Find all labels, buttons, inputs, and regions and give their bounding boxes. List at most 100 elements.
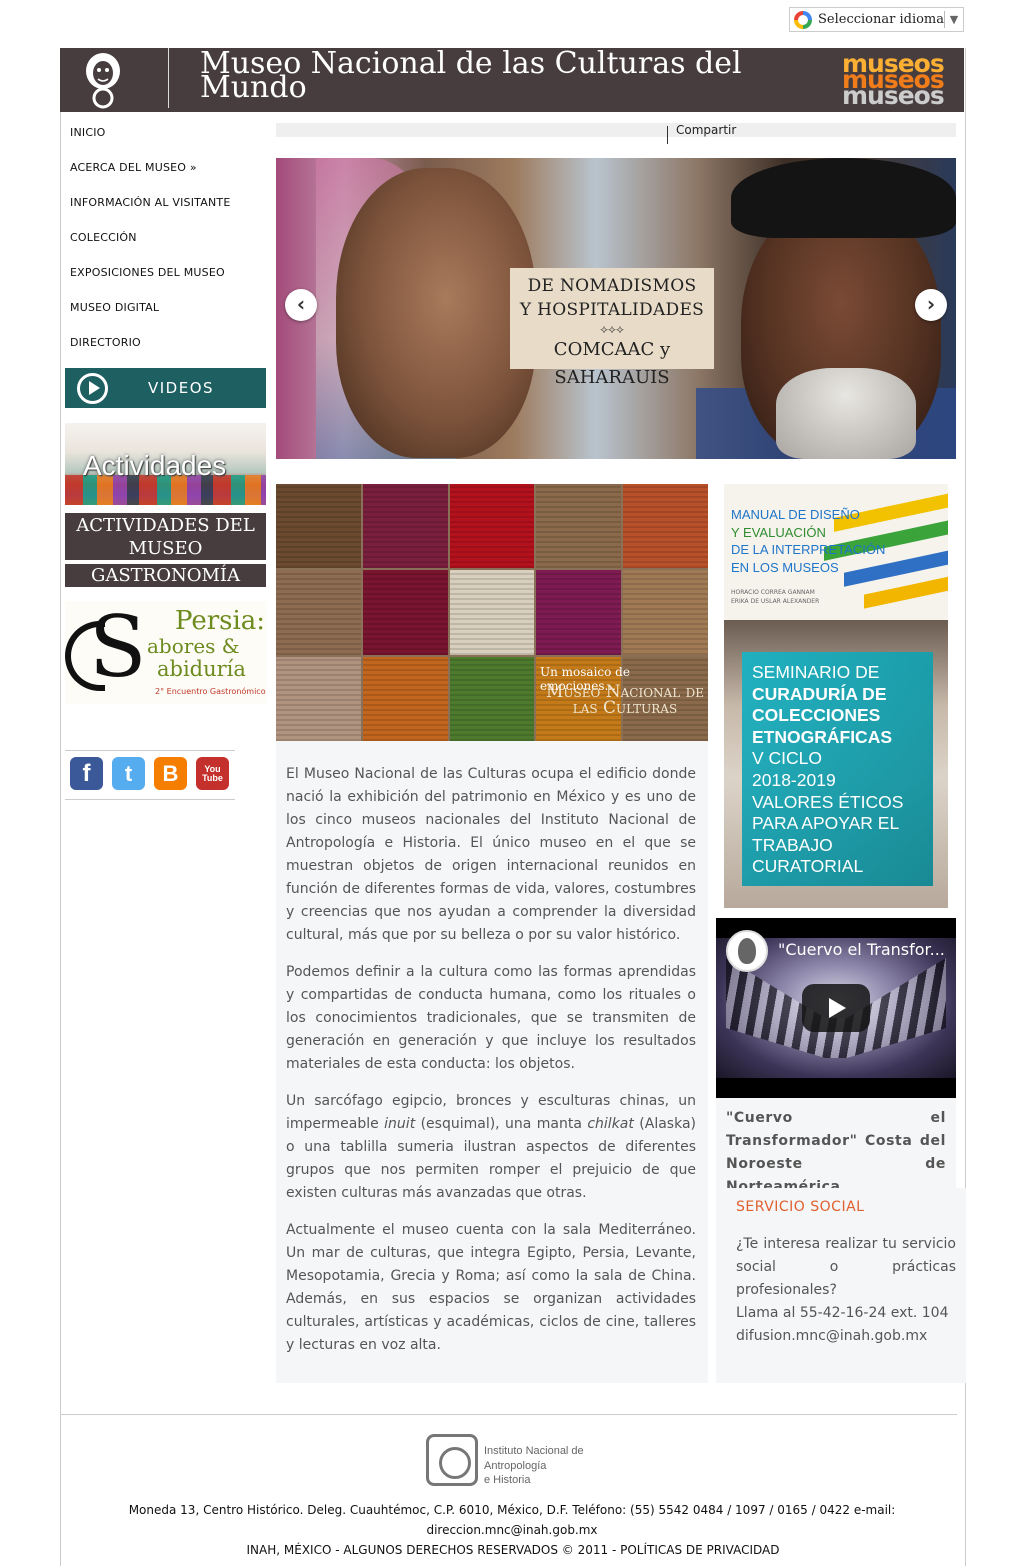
gastronomia-button[interactable]: GASTRONOMÍA [65, 564, 266, 587]
seminar-line: 2018-2019 [752, 769, 836, 790]
description-paragraph: Un sarcófago egipcio, bronces y escultur… [286, 1093, 696, 1201]
video-caption-box: "Cuervo el Transformador" Costa del Noro… [716, 1098, 956, 1195]
slide-photo [731, 158, 956, 238]
inah-name-line: Antropología [484, 1459, 547, 1472]
servicio-social-phone: Llama al 55-42-16-24 ext. 104 [736, 1305, 949, 1321]
language-selector-label: Seleccionar idioma [818, 12, 945, 27]
actividades-museo-button[interactable]: ACTIVIDADES DEL MUSEO [65, 513, 266, 560]
mosaic-tile [362, 570, 448, 655]
video-embed[interactable]: "Cuervo el Transfor... [716, 918, 956, 1098]
seminar-line: SEMINARIO DE [752, 662, 880, 682]
inah-name: Instituto Nacional de Antropología e His… [484, 1444, 584, 1488]
actividades-banner[interactable]: Actividades [65, 423, 266, 505]
museum-logo-icon[interactable] [82, 51, 124, 109]
nav-item-museo-digital[interactable]: MUSEO DIGITAL [70, 301, 270, 336]
mosaic-tile [449, 570, 535, 655]
share-bar: Compartir [276, 123, 956, 144]
mosaic-tile [623, 570, 708, 655]
mosaic-tile [536, 570, 622, 655]
persia-line2: abores & [147, 634, 240, 658]
seminar-line: COLECCIONES [752, 705, 881, 726]
seminar-line: ETNOGRÁFICAS [752, 726, 892, 747]
videos-label: VIDEOS [148, 379, 215, 397]
seminar-line: VALORES ÉTICOS [752, 791, 904, 812]
seminar-line: PARA APOYAR EL [752, 813, 900, 834]
nav-item-inicio[interactable]: INICIO [70, 126, 270, 161]
mosaic-tile [536, 484, 622, 569]
servicio-social-box: SERVICIO SOCIAL ¿Te interesa realizar tu… [716, 1188, 966, 1383]
video-title[interactable]: "Cuervo el Transfor... [778, 940, 953, 959]
servicio-social-email[interactable]: difusion.mnc@inah.gob.mx [736, 1325, 956, 1348]
museum-description: El Museo Nacional de las Culturas ocupa … [276, 741, 708, 1383]
twitter-icon[interactable]: t [112, 757, 145, 790]
persia-banner[interactable]: S Persia: abores & abiduría 2° Encuentro… [65, 601, 266, 704]
manual-author: HORACIO CORREA GANNAM [731, 589, 815, 596]
play-icon [77, 372, 108, 404]
mosaic-tile [276, 570, 361, 655]
mosaic-title: Museo Nacional de las Culturas [546, 682, 704, 718]
description-paragraph: Actualmente el museo cuenta con la sala … [286, 1222, 696, 1353]
mosaic-tile [449, 656, 535, 741]
site-title[interactable]: Museo Nacional de las Culturas del Mundo [200, 49, 800, 103]
servicio-social-text: ¿Te interesa realizar tu servicio social… [736, 1236, 956, 1298]
footer-address: Moneda 13, Centro Histórico. Deleg. Cuau… [128, 1503, 896, 1537]
persia-initial: S [89, 601, 147, 696]
description-paragraph: Podemos definir a la cultura como las fo… [286, 964, 696, 1072]
youtube-icon[interactable]: You Tube [196, 757, 229, 790]
header-divider [168, 48, 169, 108]
manual-line3: DE LA INTERPRETACIÓN [731, 542, 886, 557]
mosaic-tile [276, 484, 361, 569]
nav-item-coleccion[interactable]: COLECCIÓN [70, 231, 270, 266]
manual-authors: HORACIO CORREA GANNAM ERIKA DE USLAR ALE… [731, 588, 819, 606]
seminar-banner[interactable]: SEMINARIO DE CURADURÍA DE COLECCIONES ETNOG… [724, 620, 948, 908]
museos-logo-text: museos [842, 81, 945, 110]
actividades-banner-text: Actividades [83, 450, 227, 481]
slide-caption: DE NOMADISMOS Y HOSPITALIDADES ⟡⟡⟡ COMCA… [510, 268, 714, 388]
seminar-line: CURADURÍA DE [752, 683, 887, 704]
facebook-icon[interactable]: f [70, 757, 103, 790]
seminar-line: CURATORIAL [752, 856, 864, 877]
inah-name-line: e Historia [484, 1474, 531, 1486]
video-caption: "Cuervo el Transformador" Costa del Noro… [726, 1110, 946, 1195]
manual-banner[interactable]: MANUAL DE DISEÑO Y EVALUACIÓN DE LA INTE… [724, 484, 948, 620]
mosaic-tile [362, 484, 448, 569]
mosaic-image[interactable]: Un mosaico de emociones... Museo Naciona… [276, 484, 708, 741]
description-paragraph: El Museo Nacional de las Culturas ocupa … [286, 766, 696, 943]
inah-logo[interactable]: Instituto Nacional de Antropología e His… [426, 1434, 606, 1490]
slide-caption-line1: DE NOMADISMOS [527, 276, 697, 296]
language-selector[interactable]: Seleccionar idioma ▼ [789, 7, 964, 32]
hero-slider[interactable]: DE NOMADISMOS Y HOSPITALIDADES ⟡⟡⟡ COMCA… [276, 158, 956, 459]
manual-title: MANUAL DE DISEÑO Y EVALUACIÓN DE LA INTE… [731, 506, 885, 576]
slider-next-button[interactable]: › [915, 289, 947, 321]
manual-line4: EN LOS MUSEOS [731, 559, 839, 575]
mosaic-tile [362, 656, 448, 741]
inah-name-line: Instituto Nacional de [484, 1445, 584, 1457]
ornament-icon: ⟡⟡⟡ [600, 322, 624, 336]
main-nav: INICIO ACERCA DEL MUSEO » INFORMACIÓN AL… [70, 126, 270, 371]
video-play-button[interactable] [802, 984, 870, 1032]
mosaic-tile [276, 656, 361, 741]
chevron-down-icon[interactable]: ▼ [945, 13, 963, 26]
blogger-icon[interactable]: B [154, 757, 187, 790]
persia-line3: abiduría [157, 657, 246, 681]
slide-caption-line2: Y HOSPITALIDADES [519, 300, 705, 320]
slide-caption-line3: COMCAAC y SAHARAUIS [553, 339, 671, 388]
manual-line1: MANUAL DE DISEÑO [731, 507, 860, 522]
share-button[interactable]: Compartir [676, 123, 736, 137]
slider-prev-button[interactable]: ‹ [285, 289, 317, 321]
mosaic-tile [623, 484, 708, 569]
nav-item-exposiciones[interactable]: EXPOSICIONES DEL MUSEO [70, 266, 270, 301]
nav-item-informacion[interactable]: INFORMACIÓN AL VISITANTE [70, 196, 270, 231]
slide-photo [776, 368, 916, 459]
channel-avatar-icon[interactable] [726, 930, 768, 972]
nav-item-directorio[interactable]: DIRECTORIO [70, 336, 270, 371]
seminar-text: SEMINARIO DE CURADURÍA DE COLECCIONES ETNOG… [752, 662, 942, 878]
slide-photo [336, 168, 536, 458]
museos-logo[interactable]: museos museos museos [842, 51, 952, 108]
divider [667, 126, 668, 144]
videos-button[interactable]: VIDEOS [65, 368, 266, 408]
divider [65, 750, 235, 751]
persia-subtitle: 2° Encuentro Gastronómico [155, 687, 266, 696]
footer-copyright[interactable]: INAH, MÉXICO - ALGUNOS DERECHOS RESERVAD… [60, 1540, 966, 1560]
nav-item-acerca[interactable]: ACERCA DEL MUSEO » [70, 161, 270, 196]
